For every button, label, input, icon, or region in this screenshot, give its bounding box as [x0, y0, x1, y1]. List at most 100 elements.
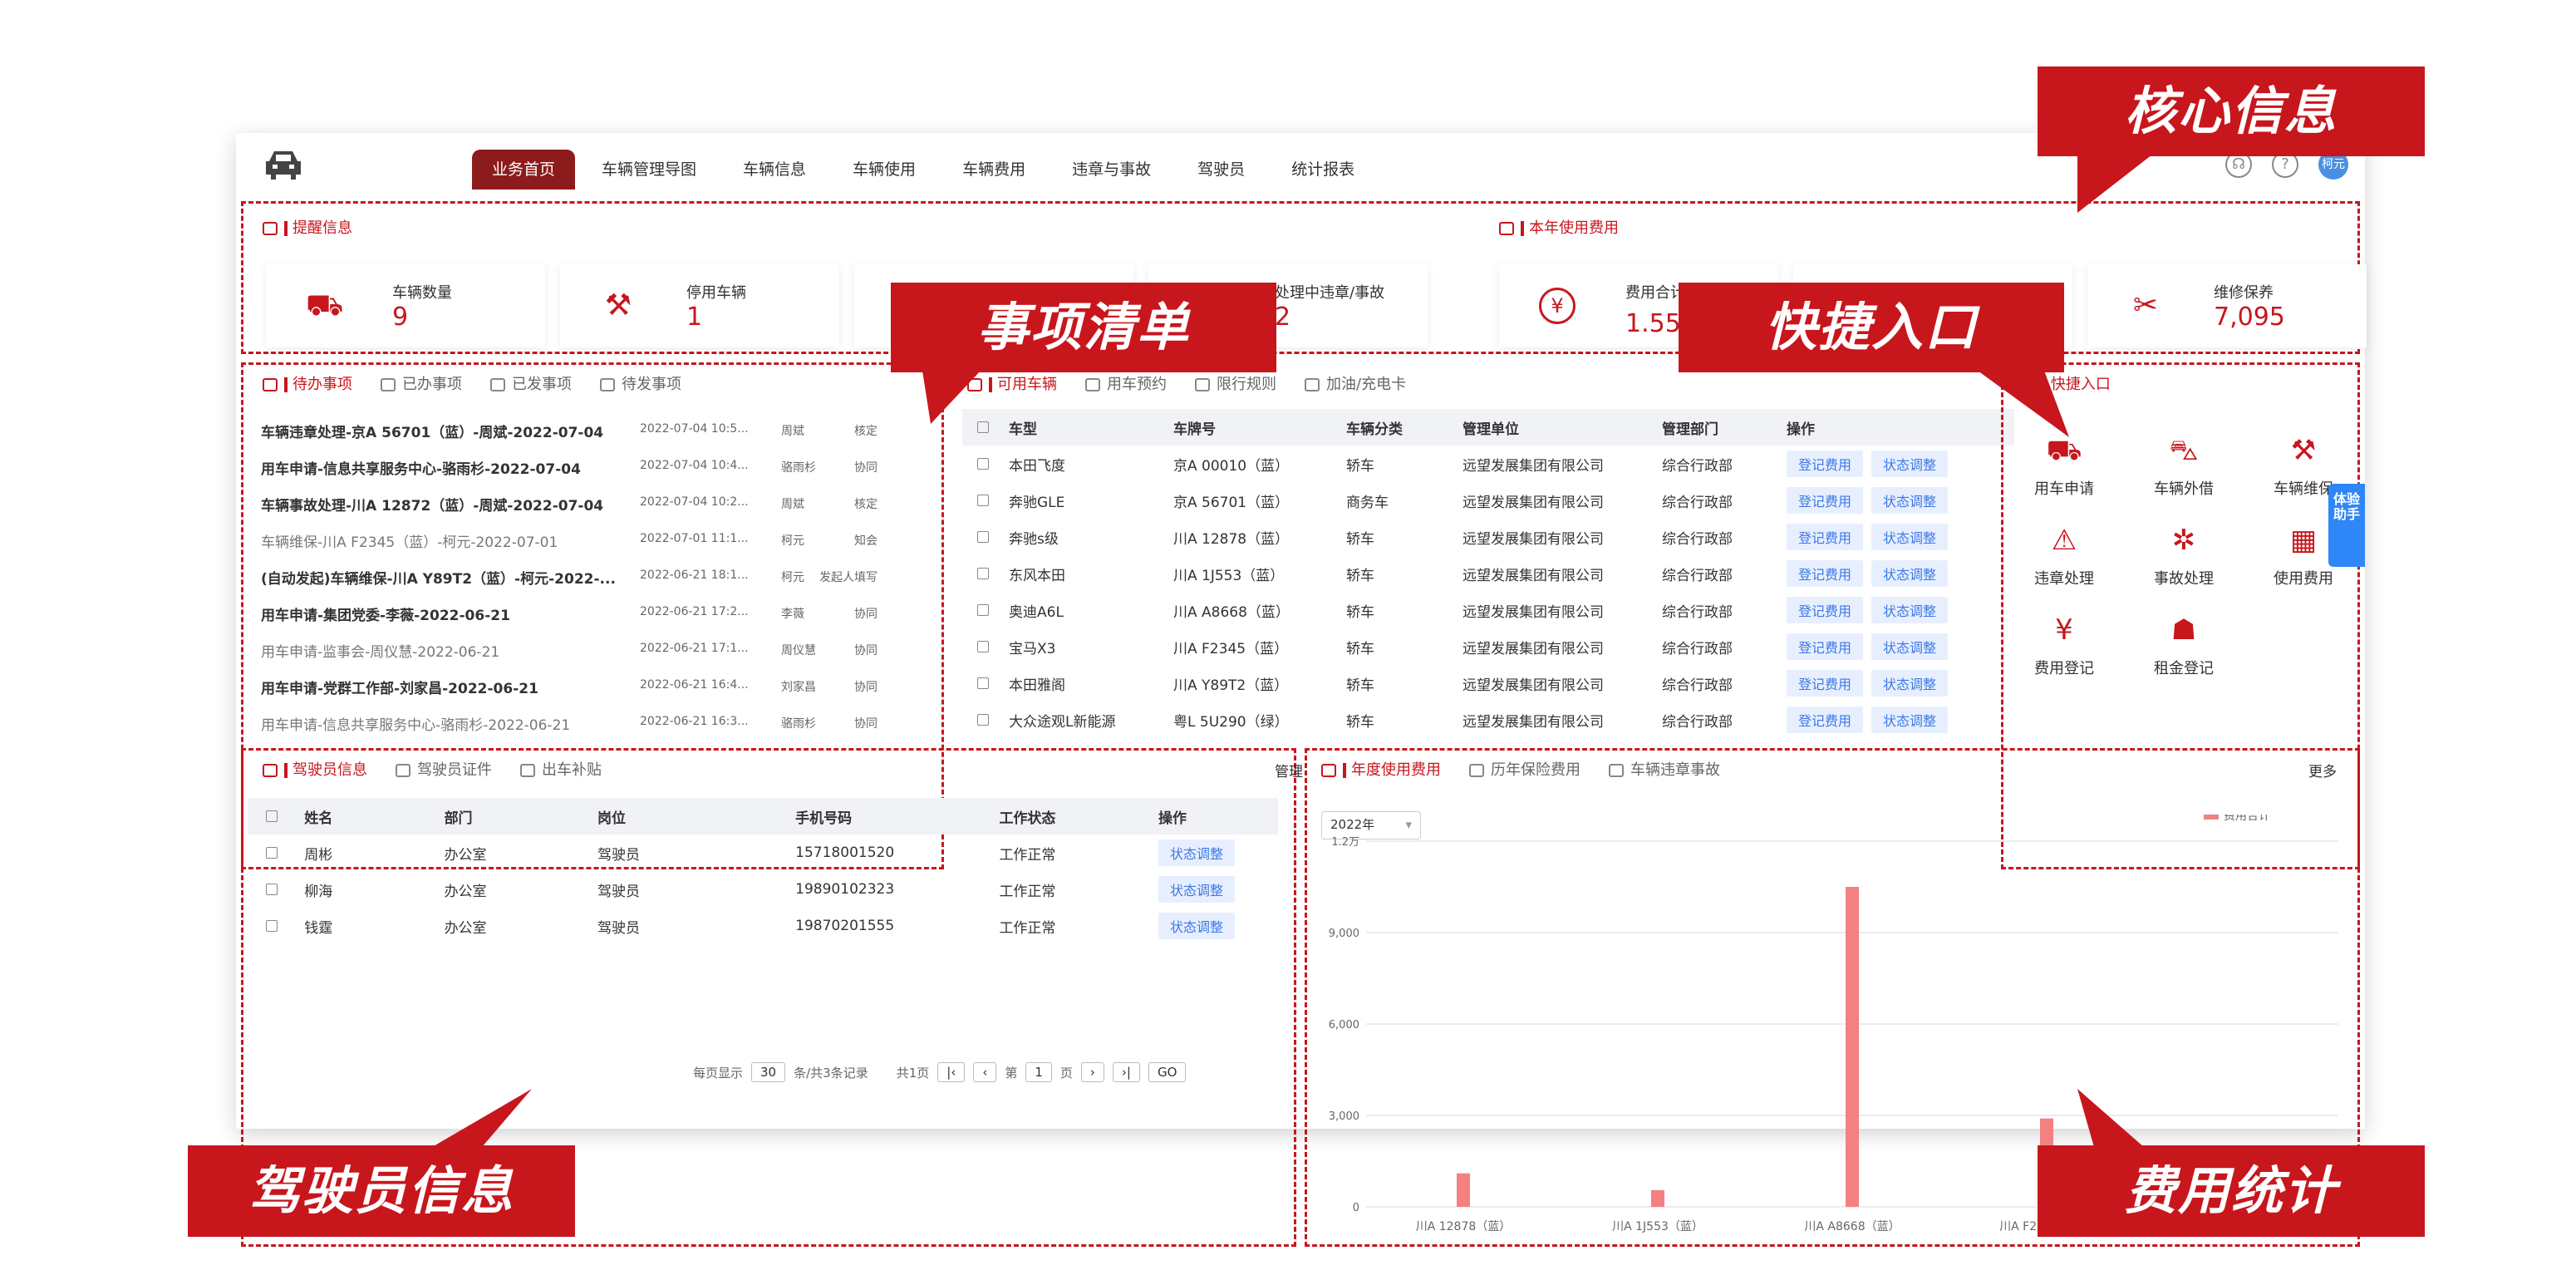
table-row[interactable]: 周彬 办公室 驾驶员 15718001520 工作正常 状态调整 [248, 835, 1278, 871]
table-row[interactable]: 柳海 办公室 驾驶员 19890102323 工作正常 状态调整 [248, 871, 1278, 908]
todo-row[interactable]: 用车申请-集团党委-李薇-2022-06-21 2022-06-21 17:2..… [236, 593, 901, 630]
table-row[interactable]: 宝马X3 川A F2345（蓝） 轿车 远望发展集团有限公司 综合行政部 登记费用 状态调整 [962, 628, 2014, 665]
row-checkbox[interactable] [977, 531, 989, 543]
register-cost-button[interactable]: 登记费用 [1787, 560, 1864, 587]
stat-card[interactable]: ⛟ 车辆数量 9 [266, 264, 545, 347]
status-adjust-button[interactable]: 状态调整 [1871, 487, 1949, 514]
register-cost-button[interactable]: 登记费用 [1787, 670, 1864, 697]
stat-card[interactable]: ✂ 维修保养 7,095 [2087, 264, 2367, 347]
sub-tab[interactable]: 车辆违章事故 [1609, 758, 1720, 780]
nav-tab[interactable]: 驾驶员 [1177, 150, 1265, 190]
last-page-icon[interactable]: ›| [1112, 1062, 1140, 1082]
table-row[interactable]: 本田飞度 京A 00010（蓝） 轿车 远望发展集团有限公司 综合行政部 登记费用 状态调整 [962, 446, 2014, 482]
row-checkbox[interactable] [977, 677, 989, 689]
row-checkbox[interactable] [266, 920, 278, 932]
sub-tab[interactable]: 已发事项 [490, 372, 572, 394]
per-page-input[interactable]: 30 [751, 1062, 786, 1082]
register-cost-button[interactable]: 登记费用 [1787, 707, 1864, 733]
sub-tab[interactable]: 加油/充电卡 [1305, 372, 1406, 394]
todo-row[interactable]: 车辆事故处理-川A 12872（蓝）-周斌-2022-07-04 2022-07-… [236, 484, 901, 520]
nav-tab[interactable]: 车辆使用 [833, 150, 936, 190]
status-adjust-button[interactable]: 状态调整 [1871, 633, 1949, 660]
chart-bar [1651, 1189, 1664, 1207]
quick-entry-item[interactable]: ⚠ 违章处理 [2006, 522, 2122, 588]
quick-entry-item[interactable]: ✲ 事故处理 [2126, 522, 2242, 588]
stat-value: 2 [1275, 303, 1291, 332]
sub-tab[interactable]: 出车补贴 [520, 758, 602, 780]
nav-tab[interactable]: 车辆管理导图 [582, 150, 716, 190]
row-checkbox[interactable] [977, 641, 989, 652]
quick-entry-item[interactable]: ⛍ 车辆外借 [2126, 432, 2242, 499]
quick-entry-item[interactable]: ¥ 费用登记 [2006, 612, 2122, 678]
row-checkbox[interactable] [977, 568, 989, 579]
nav-tab[interactable]: 业务首页 [472, 150, 576, 190]
page-input[interactable]: 1 [1025, 1062, 1052, 1082]
register-cost-button[interactable]: 登记费用 [1787, 597, 1864, 623]
todo-row[interactable]: (自动发起)车辆维保-川A Y89T2（蓝）-柯元-2022-... 2022-0… [236, 557, 901, 593]
status-adjust-button[interactable]: 状态调整 [1871, 597, 1949, 623]
row-checkbox[interactable] [266, 847, 278, 859]
todo-row[interactable]: 用车申请-信息共享服务中心-骆雨杉-2022-06-21 2022-06-21 1… [236, 703, 901, 740]
sub-tab[interactable]: 年度使用费用 [1321, 758, 1441, 780]
sub-tab[interactable]: 待发事项 [600, 372, 681, 394]
todo-person: 骆雨杉 [781, 461, 816, 475]
table-row[interactable]: 奔驰GLE 京A 56701（蓝） 商务车 远望发展集团有限公司 综合行政部 登记费用 状态… [962, 482, 2014, 519]
manage-link[interactable]: 管理 [1275, 760, 1303, 780]
register-cost-button[interactable]: 登记费用 [1787, 633, 1864, 660]
sub-tab[interactable]: 历年保险费用 [1469, 758, 1581, 780]
todo-row[interactable]: 车辆维保-川A F2345（蓝）-柯元-2022-07-01 2022-07-01… [236, 520, 901, 557]
first-page-icon[interactable]: |‹ [937, 1062, 966, 1082]
status-adjust-button[interactable]: 状态调整 [1871, 560, 1949, 587]
table-row[interactable]: 本田雅阁 川A Y89T2（蓝） 轿车 远望发展集团有限公司 综合行政部 登记费用 状态调整 [962, 665, 2014, 702]
status-adjust-button[interactable]: 状态调整 [1158, 839, 1236, 866]
sub-tab[interactable]: 限行规则 [1195, 372, 1276, 394]
row-checkbox[interactable] [977, 714, 989, 726]
todo-status: 协同 [854, 681, 878, 694]
table-row[interactable]: 东风本田 川A 1J553（蓝） 轿车 远望发展集团有限公司 综合行政部 登记费用 状态调整 [962, 555, 2014, 592]
go-button[interactable]: GO [1148, 1062, 1187, 1082]
sub-tab[interactable]: 已办事项 [381, 372, 462, 394]
sub-tab[interactable]: 用车预约 [1085, 372, 1167, 394]
table-row[interactable]: 大众途观L新能源 粤L 5U290（绿） 轿车 远望发展集团有限公司 综合行政部 登记费用… [962, 702, 2014, 738]
row-checkbox[interactable] [977, 604, 989, 616]
more-link[interactable]: 更多 [2308, 760, 2337, 780]
status-adjust-button[interactable]: 状态调整 [1871, 670, 1949, 697]
register-cost-button[interactable]: 登记费用 [1787, 524, 1864, 550]
row-checkbox[interactable] [266, 884, 278, 895]
todo-row[interactable]: 用车申请-信息共享服务中心-骆雨杉-2022-07-04 2022-07-04 1… [236, 447, 901, 484]
table-cell: 商务车 [1346, 494, 1389, 511]
register-cost-button[interactable]: 登记费用 [1787, 487, 1864, 514]
nav-tab[interactable]: 违章与事故 [1052, 150, 1171, 190]
todo-date: 2022-06-21 17:2... [640, 605, 749, 618]
table-row[interactable]: 奔驰s级 川A 12878（蓝） 轿车 远望发展集团有限公司 综合行政部 登记费用 状态调整 [962, 519, 2014, 555]
prev-page-icon[interactable]: ‹ [973, 1062, 997, 1082]
sub-tab[interactable]: 驾驶员信息 [263, 758, 367, 780]
row-checkbox[interactable] [977, 495, 989, 506]
table-row[interactable]: 钱霆 办公室 驾驶员 19870201555 工作正常 状态调整 [248, 908, 1278, 944]
todo-row[interactable]: 用车申请-监事会-周仪慧-2022-06-21 2022-06-21 17:1..… [236, 630, 901, 667]
nav-tab[interactable]: 统计报表 [1271, 150, 1374, 190]
todo-row[interactable]: 车辆违章处理-京A 56701（蓝）-周斌-2022-07-04 2022-07-… [236, 411, 901, 447]
tab-icon [1321, 764, 1336, 777]
nav-tab[interactable]: 车辆信息 [723, 150, 826, 190]
status-adjust-button[interactable]: 状态调整 [1871, 524, 1949, 550]
experience-assistant[interactable]: 体验助手 [2328, 484, 2365, 567]
select-all-checkbox[interactable] [266, 810, 278, 822]
next-page-icon[interactable]: › [1080, 1062, 1104, 1082]
register-cost-button[interactable]: 登记费用 [1787, 450, 1864, 477]
sub-tab[interactable]: 驾驶员证件 [396, 758, 492, 780]
status-adjust-button[interactable]: 状态调整 [1871, 450, 1949, 477]
table-cell: 远望发展集团有限公司 [1463, 567, 1604, 584]
vehicle-tabs: 可用车辆 用车预约 限行规则 加油/充电卡 [967, 372, 1406, 394]
quick-entry-item[interactable]: ☗ 租金登记 [2126, 612, 2242, 678]
table-row[interactable]: 奥迪A6L 川A A8668（蓝） 轿车 远望发展集团有限公司 综合行政部 登记费用 状态调… [962, 592, 2014, 628]
status-adjust-button[interactable]: 状态调整 [1871, 707, 1949, 733]
status-adjust-button[interactable]: 状态调整 [1158, 876, 1236, 903]
action-cell: 登记费用 状态调整 [1787, 446, 2014, 482]
row-checkbox[interactable] [977, 458, 989, 470]
todo-row[interactable]: 用车申请-党群工作部-刘家昌-2022-06-21 2022-06-21 16:4… [236, 667, 901, 703]
nav-tab[interactable]: 车辆费用 [942, 150, 1045, 190]
status-adjust-button[interactable]: 状态调整 [1158, 913, 1236, 939]
sub-tab[interactable]: 待办事项 [263, 372, 352, 394]
stat-card[interactable]: ⚒ 停用车辆 1 [560, 264, 839, 347]
